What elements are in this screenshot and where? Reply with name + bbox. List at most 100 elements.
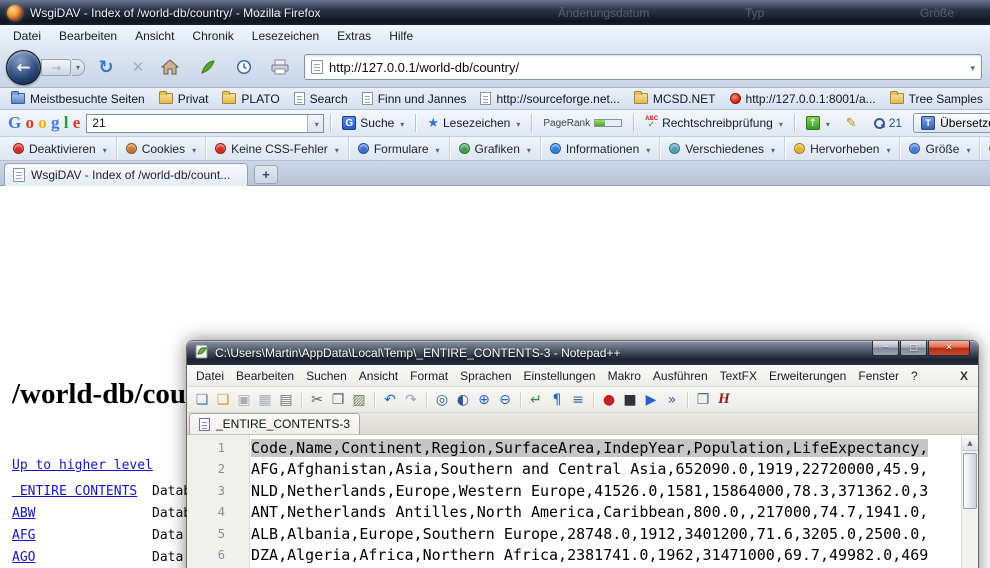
menu-item[interactable]: TextFX (714, 366, 763, 386)
vertical-scrollbar[interactable] (961, 435, 978, 568)
entry-link[interactable]: ABW (12, 506, 152, 521)
back-button[interactable] (6, 50, 41, 85)
paste-icon[interactable]: ▨ (349, 390, 369, 410)
print-icon[interactable] (268, 55, 292, 79)
menu-item[interactable]: Lesezeichen (243, 26, 328, 46)
play-macro-icon[interactable]: ▶ (641, 390, 661, 410)
logo-letter: g (51, 113, 60, 132)
open-folder-icon[interactable]: ❑ (213, 390, 233, 410)
bookmark-item[interactable]: Privat (152, 88, 216, 110)
edit-button[interactable] (841, 114, 862, 133)
menu-item[interactable]: Hilfe (380, 26, 422, 46)
tab-wsgidav[interactable]: WsgiDAV - Index of /world-db/count... (4, 163, 248, 186)
menu-item[interactable]: Chronik (183, 26, 242, 46)
line-number: 3 (187, 484, 237, 498)
maximize-button[interactable] (900, 341, 927, 356)
word-wrap-icon[interactable]: ↵ (526, 390, 546, 410)
view-in-browser-icon[interactable]: H (714, 390, 734, 410)
up-to-higher-level-link[interactable]: Up to higher level (12, 458, 153, 473)
menu-item[interactable]: Bearbeiten (50, 26, 126, 46)
feather-addon-icon[interactable] (196, 55, 220, 79)
save-icon[interactable]: ▣ (234, 390, 254, 410)
webdev-item[interactable]: Informationen (541, 137, 660, 161)
document-tab[interactable]: _ENTIRE_CONTENTS-3 (189, 413, 360, 434)
run-macro-multi-icon[interactable]: » (662, 390, 682, 410)
bookmark-item[interactable]: PLATO (215, 88, 286, 110)
new-tab-button[interactable] (254, 165, 278, 184)
print-icon[interactable]: ▤ (276, 390, 296, 410)
clock-addon-icon[interactable] (232, 55, 256, 79)
menu-item[interactable]: Datei (4, 26, 50, 46)
bookmark-item[interactable]: Finn und Jannes (355, 88, 474, 110)
autofill-button[interactable] (801, 114, 835, 132)
bookmark-item[interactable]: Search (287, 88, 355, 110)
menu-item[interactable]: Ansicht (126, 26, 183, 46)
menu-item[interactable]: Ausführen (647, 366, 714, 386)
forward-button[interactable] (41, 59, 71, 76)
webdev-item[interactable]: Cookies (117, 137, 206, 161)
zoom-in-icon[interactable]: ⊕ (474, 390, 494, 410)
highlight-counter[interactable]: 21 (868, 114, 907, 132)
webdev-item[interactable]: Extras (980, 137, 990, 161)
url-dropdown-icon[interactable] (970, 60, 975, 74)
menu-item[interactable]: Makro (602, 366, 647, 386)
menu-item[interactable]: Ansicht (353, 366, 404, 386)
copy-icon[interactable]: ❐ (328, 390, 348, 410)
webdev-item[interactable]: Hervorheben (785, 137, 900, 161)
menu-item[interactable]: Einstellungen (518, 366, 602, 386)
undo-icon[interactable]: ↶ (380, 390, 400, 410)
webdev-item[interactable]: Formulare (349, 137, 450, 161)
translate-button[interactable]: Übersetzen (913, 113, 990, 133)
redo-icon[interactable]: ↷ (401, 390, 421, 410)
save-all-icon[interactable]: ▦ (255, 390, 275, 410)
webdev-item[interactable]: Verschiedenes (660, 137, 785, 161)
bookmark-item[interactable]: http://127.0.0.1:8001/a... (723, 88, 883, 110)
scroll-up-arrow-icon[interactable] (962, 435, 978, 451)
show-symbols-icon[interactable]: ¶ (547, 390, 567, 410)
url-input[interactable]: http://127.0.0.1/world-db/country/ (304, 54, 982, 80)
menu-item[interactable]: Bearbeiten (230, 366, 300, 386)
entry-link[interactable]: AFG (12, 528, 152, 543)
doc-pair-icon[interactable]: ❒ (693, 390, 713, 410)
bookmark-item[interactable]: Tree Samples (883, 88, 990, 110)
close-document-x[interactable]: X (960, 369, 968, 383)
webdev-item[interactable]: Größe (900, 137, 980, 161)
indent-guide-icon[interactable]: ≡ (568, 390, 588, 410)
menu-item[interactable]: Datei (190, 366, 230, 386)
close-button[interactable] (928, 341, 970, 356)
menu-item[interactable]: Suchen (300, 366, 353, 386)
reload-icon[interactable] (94, 55, 118, 79)
stop-macro-icon[interactable]: ■ (620, 390, 640, 410)
menu-item[interactable]: ? (905, 366, 924, 386)
google-search-input[interactable]: 21 (86, 114, 324, 133)
menu-item[interactable]: Fenster (852, 366, 905, 386)
record-macro-icon[interactable]: ● (599, 390, 619, 410)
webdev-item[interactable]: Deaktivieren (4, 137, 117, 161)
google-bookmarks-button[interactable]: Lesezeichen (422, 114, 525, 133)
bookmark-item[interactable]: Meistbesuchte Seiten (4, 88, 152, 110)
replace-icon[interactable]: ◐ (453, 390, 473, 410)
google-search-button[interactable]: Suche (337, 114, 409, 132)
home-icon[interactable] (158, 55, 182, 79)
scrollbar-thumb[interactable] (963, 453, 977, 509)
find-icon[interactable]: ◎ (432, 390, 452, 410)
webdev-item[interactable]: Grafiken (450, 137, 541, 161)
entry-link[interactable]: ENTIRE CONTENTS (12, 484, 152, 499)
menu-item[interactable]: Extras (328, 26, 380, 46)
entry-link[interactable]: AGO (12, 550, 152, 565)
cut-icon[interactable]: ✂ (307, 390, 327, 410)
google-search-dropdown-icon[interactable] (307, 115, 323, 132)
new-file-icon[interactable]: ❏ (192, 390, 212, 410)
webdev-item[interactable]: Keine CSS-Fehler (206, 137, 349, 161)
zoom-out-icon[interactable]: ⊖ (495, 390, 515, 410)
menu-item[interactable]: Erweiterungen (763, 366, 852, 386)
menu-item[interactable]: Sprachen (454, 366, 517, 386)
stop-icon[interactable] (126, 55, 150, 79)
bookmark-item[interactable]: http://sourceforge.net... (473, 88, 626, 110)
minimize-button[interactable] (872, 341, 899, 356)
editor-area[interactable]: 1 Code,Name,Continent,Region,SurfaceArea… (187, 435, 978, 568)
history-dropdown-icon[interactable] (72, 59, 85, 76)
bookmark-item[interactable]: MCSD.NET (627, 88, 723, 110)
menu-item[interactable]: Format (404, 366, 454, 386)
spellcheck-button[interactable]: Rechtschreibprüfung (640, 114, 788, 132)
